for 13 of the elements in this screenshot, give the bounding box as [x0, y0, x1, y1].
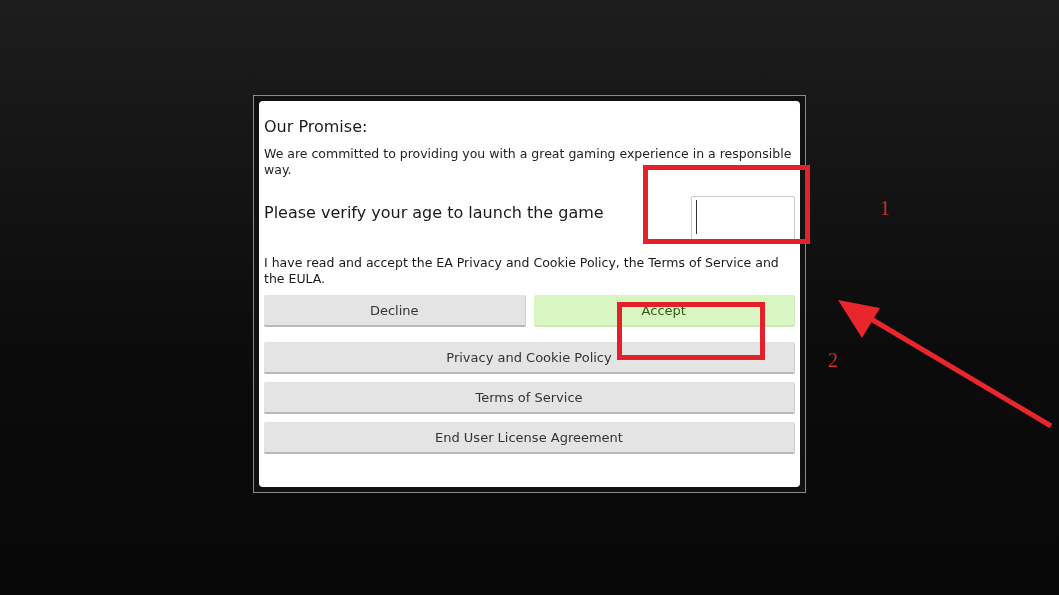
consent-text: I have read and accept the EA Privacy and Cookie Policy, the Terms of Service and the EULA. [264, 255, 780, 287]
decline-button[interactable]: Decline [264, 295, 526, 327]
text-cursor [696, 200, 697, 234]
annotation-number: 1 [880, 197, 890, 219]
age-prompt: Please verify your age to launch the game [264, 202, 604, 224]
intro-text: We are committed to providing you with a great gaming experience in a responsible way. [264, 146, 793, 178]
dialog-heading: Our Promise: [264, 116, 369, 138]
age-input-field[interactable] [691, 196, 795, 240]
annotation-number: 2 [828, 349, 838, 371]
accept-button[interactable]: Accept [533, 295, 795, 327]
document-button[interactable]: End User License Agreement [264, 422, 795, 454]
document-button[interactable]: Terms of Service [264, 382, 795, 414]
document-button[interactable]: Privacy and Cookie Policy [264, 342, 795, 374]
